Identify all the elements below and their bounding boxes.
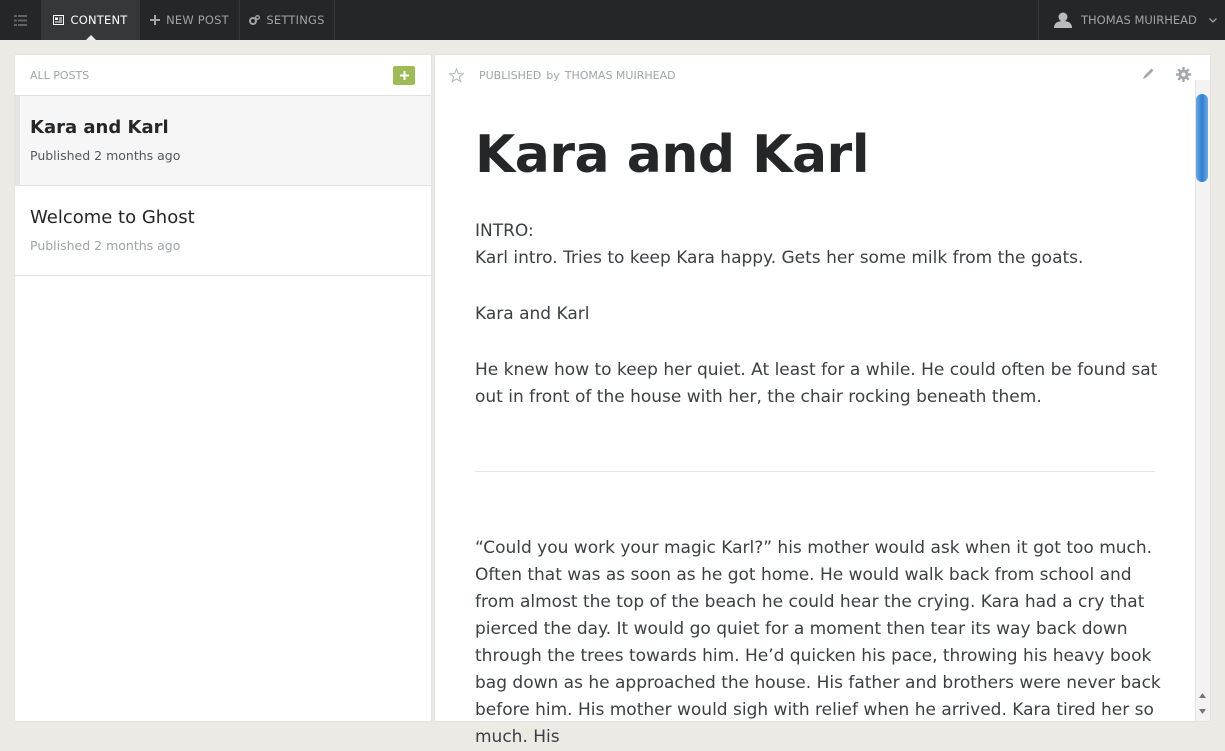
- post-title: Welcome to Ghost: [30, 207, 195, 228]
- tab-settings[interactable]: SETTINGS: [240, 0, 335, 40]
- publish-status-line: PUBLISHED by THOMAS MUIRHEAD: [479, 69, 676, 82]
- scrollbar-thumb[interactable]: [1196, 94, 1208, 182]
- list-item[interactable]: Welcome to Ghost Published 2 months ago: [15, 186, 431, 276]
- tab-content[interactable]: CONTENT: [42, 0, 140, 40]
- tab-new-post[interactable]: NEW POST: [140, 0, 240, 40]
- chevron-down-icon: [1208, 17, 1217, 23]
- menu-icon: [14, 14, 27, 26]
- chevron-down-icon: [1199, 709, 1206, 714]
- posts-list-header: ALL POSTS: [15, 55, 431, 96]
- tab-new-post-label: NEW POST: [166, 13, 229, 27]
- all-posts-title: ALL POSTS: [30, 69, 90, 82]
- user-avatar-icon: [1054, 12, 1072, 28]
- top-nav-bar: CONTENT NEW POST SETTINGS THOMAS MUIRHEA…: [0, 0, 1225, 40]
- edit-post-button[interactable]: [1142, 67, 1155, 80]
- post-preview-panel: PUBLISHED by THOMAS MUIRHEAD Kara and Karl…: [435, 55, 1210, 747]
- post-meta: Published 2 months ago: [30, 148, 181, 163]
- post-paragraph: “Could you work your magic Karl?” his mo…: [475, 538, 1161, 747]
- chevron-up-icon: [1199, 693, 1206, 698]
- user-menu[interactable]: THOMAS MUIRHEAD: [1038, 0, 1225, 40]
- publish-status: PUBLISHED: [479, 69, 542, 82]
- preview-header: PUBLISHED by THOMAS MUIRHEAD: [435, 55, 1210, 95]
- menu-toggle-button[interactable]: [0, 0, 42, 40]
- star-icon[interactable]: [449, 68, 464, 83]
- intro-heading: INTRO:: [475, 221, 534, 241]
- content-icon: [53, 15, 65, 25]
- author-name: THOMAS MUIRHEAD: [564, 69, 676, 82]
- add-post-button[interactable]: [393, 66, 415, 85]
- gear-icon: [1176, 67, 1191, 82]
- post-title: Kara and Karl: [30, 117, 169, 138]
- avatar: [1054, 12, 1072, 28]
- intro-text: Karl intro. Tries to keep Kara happy. Ge…: [475, 248, 1084, 268]
- user-name: THOMAS MUIRHEAD: [1081, 13, 1197, 27]
- post-settings-button[interactable]: [1176, 67, 1191, 82]
- post-paragraph: He knew how to keep her quiet. At least …: [475, 360, 1158, 407]
- pencil-icon: [1143, 68, 1154, 79]
- tab-content-label: CONTENT: [70, 13, 128, 27]
- scroll-down-arrow[interactable]: [1197, 706, 1208, 717]
- tab-settings-label: SETTINGS: [266, 13, 325, 27]
- post-heading: Kara and Karl: [475, 125, 870, 185]
- post-content: Kara and Karl INTRO: Karl intro. Tries t…: [475, 125, 1165, 751]
- post-subtitle: Kara and Karl: [475, 304, 590, 324]
- by-label: by: [546, 69, 560, 82]
- divider: [475, 471, 1155, 472]
- scroll-up-arrow[interactable]: [1197, 690, 1208, 701]
- post-meta: Published 2 months ago: [30, 238, 181, 253]
- plus-icon: [150, 15, 161, 25]
- posts-list-panel: ALL POSTS Kara and Karl Published 2 mont…: [15, 55, 431, 721]
- settings-icon: [249, 15, 261, 25]
- plus-icon: [399, 71, 409, 80]
- list-item[interactable]: Kara and Karl Published 2 months ago: [15, 96, 431, 186]
